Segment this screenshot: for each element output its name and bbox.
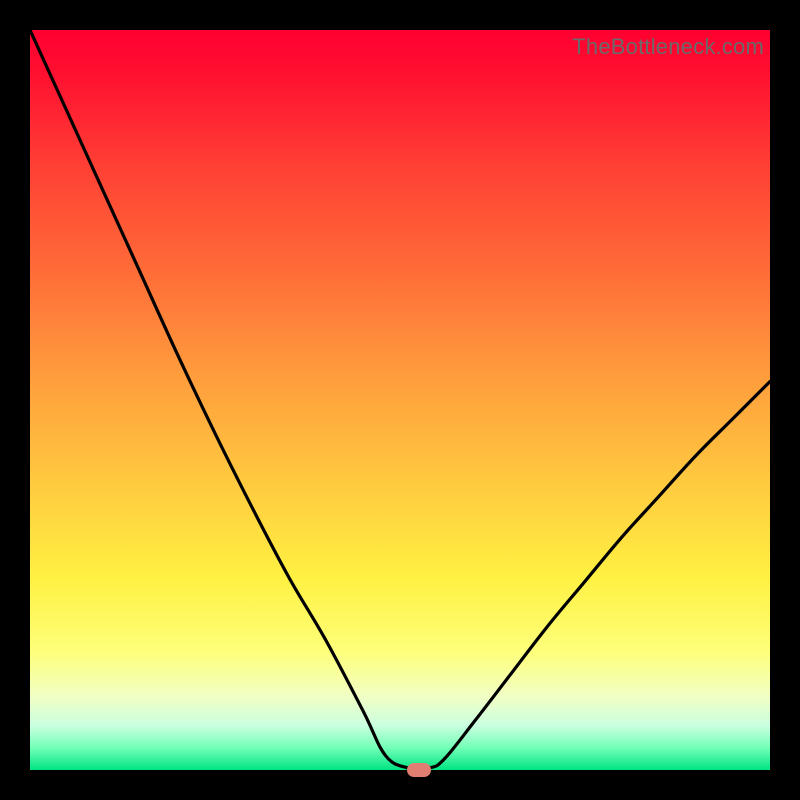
plot-area: TheBottleneck.com: [30, 30, 770, 770]
bottleneck-curve: [30, 30, 770, 770]
optimum-marker: [407, 763, 431, 777]
chart-frame: TheBottleneck.com: [0, 0, 800, 800]
